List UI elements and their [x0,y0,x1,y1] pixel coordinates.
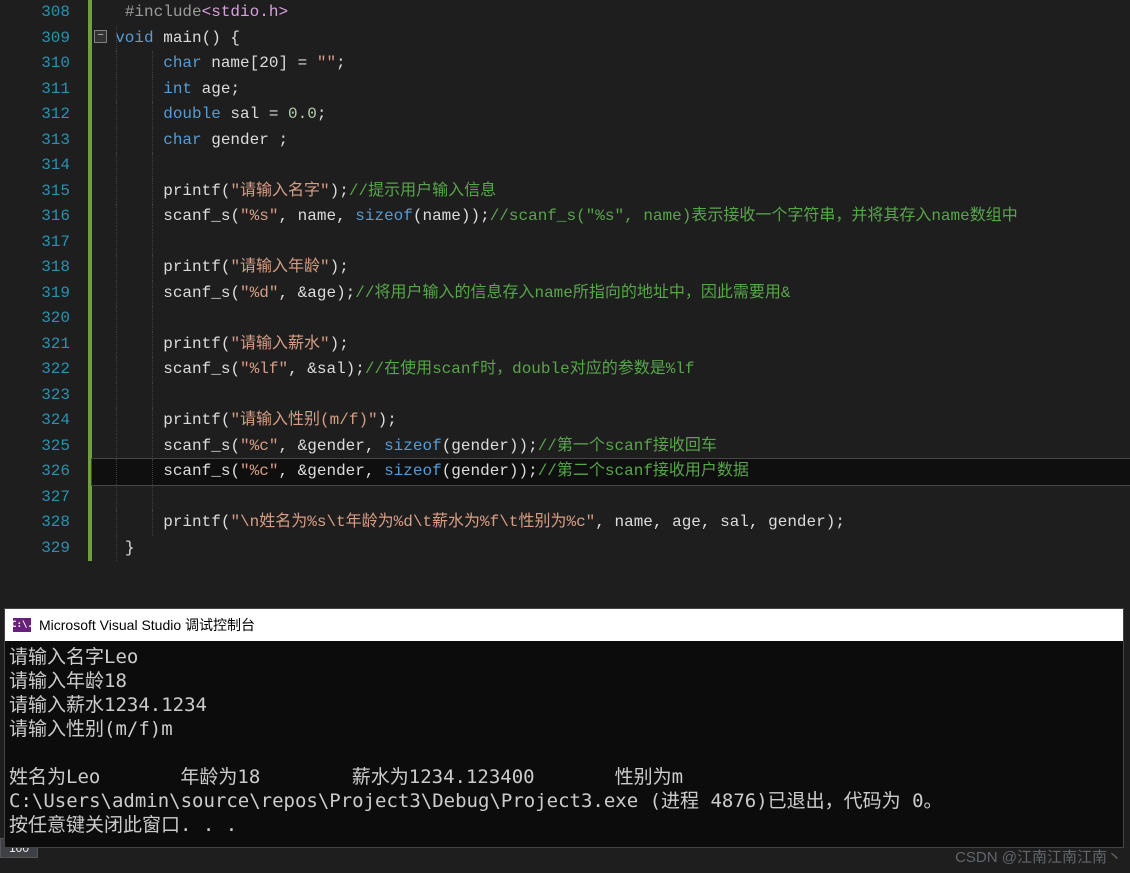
line-number: 315 [0,179,70,205]
code-line[interactable]: scanf_s("%s", name, sizeof(name));//scan… [92,204,1130,230]
line-number: 326 [0,459,70,485]
code-line[interactable]: scanf_s("%c", &gender, sizeof(gender));/… [92,434,1130,460]
code-line[interactable]: char gender ; [92,128,1130,154]
code-line[interactable]: #include<stdio.h> [92,0,1130,26]
vs-icon: C:\. [13,618,31,632]
csdn-watermark: CSDN @江南江南江南丶 [955,846,1122,867]
code-line[interactable]: printf("请输入年龄"); [92,255,1130,281]
line-number: 317 [0,230,70,256]
line-number: 313 [0,128,70,154]
code-line[interactable]: printf("\n姓名为%s\t年龄为%d\t薪水为%f\t性别为%c", n… [92,510,1130,536]
console-title: Microsoft Visual Studio 调试控制台 [39,615,255,635]
line-number: 324 [0,408,70,434]
line-number: 312 [0,102,70,128]
code-line[interactable] [92,383,1130,409]
code-line[interactable] [92,153,1130,179]
line-number: 327 [0,485,70,511]
code-line[interactable]: printf("请输入名字");//提示用户输入信息 [92,179,1130,205]
line-number: 310 [0,51,70,77]
line-number: 319 [0,281,70,307]
console-titlebar[interactable]: C:\. Microsoft Visual Studio 调试控制台 [5,609,1123,641]
code-editor[interactable]: 3083093103113123133143153163173183193203… [0,0,1130,561]
line-number: 314 [0,153,70,179]
line-number: 329 [0,536,70,562]
code-line[interactable]: } [92,536,1130,562]
line-number: 328 [0,510,70,536]
code-line[interactable] [92,485,1130,511]
code-line[interactable] [92,306,1130,332]
code-line[interactable]: scanf_s("%c", &gender, sizeof(gender));/… [92,459,1130,485]
console-output[interactable]: 请输入名字Leo 请输入年龄18 请输入薪水1234.1234 请输入性别(m/… [5,641,1123,847]
code-line[interactable]: scanf_s("%d", &age);//将用户输入的信息存入name所指向的… [92,281,1130,307]
line-number: 325 [0,434,70,460]
code-line[interactable]: printf("请输入性别(m/f)"); [92,408,1130,434]
code-line[interactable]: int age; [92,77,1130,103]
debug-console-window: C:\. Microsoft Visual Studio 调试控制台 请输入名字… [4,608,1124,848]
line-number: 323 [0,383,70,409]
line-number-gutter: 3083093103113123133143153163173183193203… [0,0,88,561]
line-number: 309 [0,26,70,52]
code-line[interactable]: − void main() { [92,26,1130,52]
line-number: 311 [0,77,70,103]
code-line[interactable] [92,230,1130,256]
line-number: 320 [0,306,70,332]
line-number: 321 [0,332,70,358]
code-line[interactable]: char name[20] = ""; [92,51,1130,77]
code-line[interactable]: scanf_s("%lf", &sal);//在使用scanf时，double对… [92,357,1130,383]
line-number: 316 [0,204,70,230]
code-line[interactable]: printf("请输入薪水"); [92,332,1130,358]
code-line[interactable]: double sal = 0.0; [92,102,1130,128]
code-content[interactable]: #include<stdio.h>− void main() { char na… [92,0,1130,561]
line-number: 308 [0,0,70,26]
line-number: 318 [0,255,70,281]
line-number: 322 [0,357,70,383]
fold-minus-icon[interactable]: − [94,30,107,43]
